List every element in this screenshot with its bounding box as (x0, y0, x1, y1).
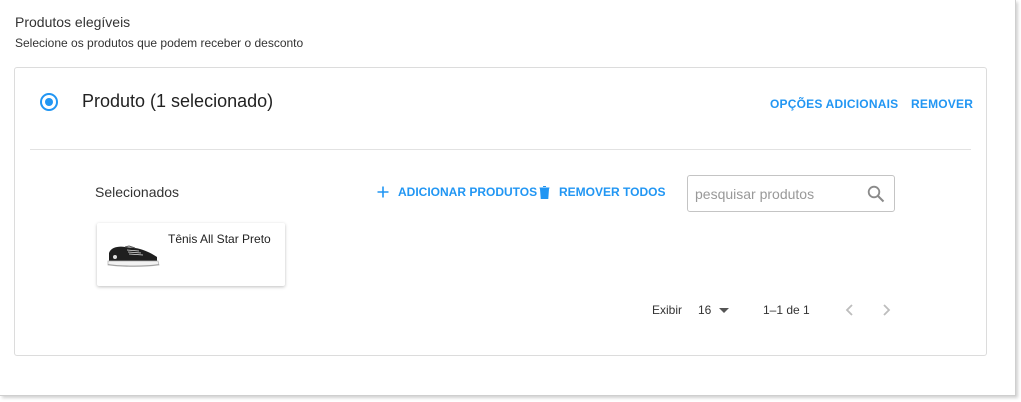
sneaker-image (105, 239, 161, 273)
add-products-label: ADICIONAR PRODUTOS (398, 185, 538, 199)
remove-all-button[interactable]: REMOVER TODOS (537, 185, 665, 199)
chevron-right-icon (883, 304, 891, 316)
chevron-left-icon (845, 304, 853, 316)
trash-icon (537, 185, 551, 199)
panel: Produtos elegíveis Selecione os produtos… (0, 0, 1016, 396)
section-title: Produtos elegíveis (15, 14, 131, 30)
product-radio-button[interactable] (40, 93, 58, 111)
next-page-button[interactable] (877, 301, 895, 319)
previous-page-button[interactable] (841, 301, 859, 319)
page-size-value: 16 (698, 303, 712, 317)
divider (30, 149, 971, 150)
page-size-select[interactable]: 16 (698, 303, 730, 317)
search-icon[interactable] (867, 185, 885, 203)
remove-button[interactable]: REMOVER (911, 97, 973, 111)
product-rule-card: Produto (1 selecionado) OPÇÕES ADICIONAI… (14, 67, 987, 356)
product-name: Tênis All Star Preto (168, 232, 271, 246)
page-size-label: Exibir (652, 303, 683, 317)
plus-icon (376, 185, 390, 199)
chevron-down-icon (719, 307, 730, 313)
remove-all-label: REMOVER TODOS (559, 185, 666, 199)
search-input[interactable] (695, 184, 855, 204)
product-option-heading: Produto (1 selecionado) (82, 91, 274, 111)
product-card[interactable]: Tênis All Star Preto (97, 223, 285, 286)
page-range: 1–1 de 1 (763, 303, 810, 317)
section-subtitle: Selecione os produtos que podem receber … (15, 36, 304, 50)
add-products-button[interactable]: ADICIONAR PRODUTOS (376, 185, 537, 199)
more-options-button[interactable]: OPÇÕES ADICIONAIS (770, 97, 898, 111)
selected-label: Selecionados (95, 184, 180, 200)
product-search (687, 175, 895, 212)
